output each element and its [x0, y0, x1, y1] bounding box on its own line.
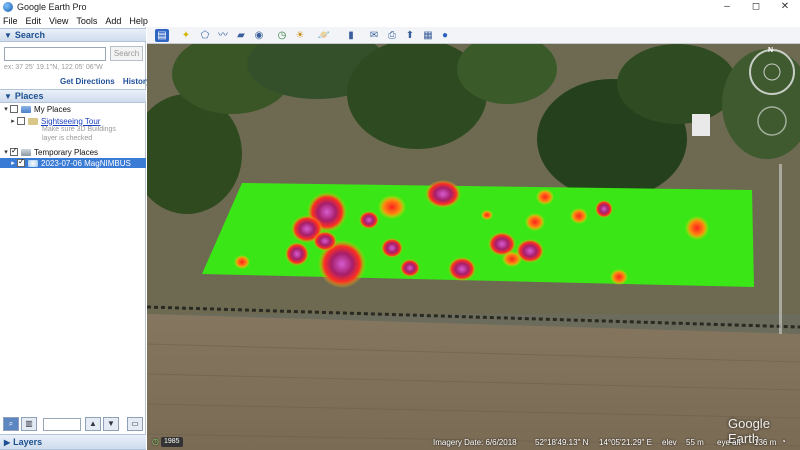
move-up-icon[interactable]: ▲ [85, 417, 101, 431]
tree-row-my-places[interactable]: ▾ My Places [0, 104, 146, 114]
menu-help[interactable]: Help [129, 16, 148, 26]
menu-bar: File Edit View Tools Add Help [0, 14, 800, 27]
elevation-value: 55 m [686, 438, 704, 447]
places-bottom-toolbar: ⌕ ▥ ▲ ▼ ▭ [0, 415, 146, 433]
overlay-checkbox[interactable] [17, 157, 25, 167]
satellite-map[interactable] [147, 44, 800, 450]
year-badge: 1985 [161, 437, 183, 447]
longitude: 14°05'21.29" E [599, 438, 652, 447]
streaming-indicator-icon: ◔ [781, 437, 786, 446]
collapse-triangle-icon[interactable]: ▼ [4, 30, 12, 42]
close-button[interactable]: ✕ [770, 0, 800, 14]
map-view[interactable]: N [147, 44, 800, 450]
collapse-arrow-icon[interactable]: ▾ [2, 105, 10, 113]
layers-header-label: Layers [13, 437, 43, 447]
move-joystick[interactable] [757, 106, 787, 136]
elevation-label: elev [662, 438, 677, 447]
tree-row-sightseeing[interactable]: ▸ Sightseeing Tour [0, 116, 146, 126]
folder-icon [28, 117, 38, 125]
layers-panel-header[interactable]: ▶ Layers [0, 434, 146, 450]
search-links: Get Directions History [60, 77, 156, 86]
maximize-button[interactable]: ◻ [741, 0, 771, 14]
temporary-places-label: Temporary Places [34, 147, 99, 157]
my-places-folder-icon [21, 105, 31, 113]
window-title: Google Earth Pro [17, 2, 87, 12]
google-earth-app-icon [3, 2, 13, 12]
historical-clock-icon[interactable]: ◷ [152, 437, 159, 446]
look-joystick[interactable] [763, 63, 781, 81]
collapse-triangle-icon[interactable]: ▼ [4, 91, 12, 103]
search-places-icon[interactable]: ⌕ [3, 417, 19, 431]
note-line-2: layer is checked [42, 135, 93, 142]
email-icon[interactable]: ✉ [367, 29, 381, 42]
minimize-button[interactable]: – [712, 0, 742, 14]
my-places-checkbox[interactable] [10, 105, 18, 113]
places-header-label: Places [14, 91, 44, 101]
move-down-icon[interactable]: ▼ [103, 417, 119, 431]
compass-north-icon[interactable]: N [768, 47, 773, 54]
menu-file[interactable]: File [3, 16, 18, 26]
note-line-1: Make sure 3D Buildings [42, 126, 116, 133]
earth-icon[interactable]: ● [438, 29, 452, 42]
search-header-label: Search [14, 30, 45, 40]
status-bar: ◷ 1985 Imagery Date: 6/6/2018 52°18'49.1… [147, 436, 800, 450]
temporary-folder-icon [21, 148, 31, 156]
look-ring[interactable] [749, 49, 795, 95]
save-image-icon[interactable]: ⬆ [403, 29, 417, 42]
placemark-icon[interactable]: ✦ [179, 29, 193, 42]
main-toolbar: ▤ ✦ ⬠ 〰 ▰ ◉ ◷ ☀ 🪐 ▮ ✉ ⎙ ⬆ ▦ ● [147, 27, 800, 44]
temporary-places-checkbox[interactable] [10, 146, 18, 156]
menu-add[interactable]: Add [105, 16, 121, 26]
places-filter-field[interactable] [43, 417, 81, 431]
tree-row-overlay[interactable]: ▸ 2023-07-06 MagNIMBUS [0, 157, 146, 168]
expand-triangle-icon[interactable]: ▶ [4, 436, 10, 450]
historical-imagery-icon[interactable]: ◷ [275, 29, 289, 42]
ruler-icon[interactable]: ▮ [344, 29, 358, 42]
collapse-arrow-icon[interactable]: ▾ [2, 148, 10, 156]
search-hint: ex: 37 25' 19.1"N, 122 05' 06"W [4, 64, 103, 71]
tree-row-temporary-places[interactable]: ▾ Temporary Places [0, 146, 146, 157]
my-places-label: My Places [34, 104, 71, 114]
search-button[interactable]: Search [110, 46, 143, 61]
sightseeing-checkbox[interactable] [17, 117, 25, 125]
search-input[interactable] [4, 47, 106, 61]
menu-tools[interactable]: Tools [76, 16, 97, 26]
title-bar: Google Earth Pro – ◻ ✕ [0, 0, 800, 14]
imagery-date: Imagery Date: 6/6/2018 [433, 438, 517, 447]
toggle-panel-icon[interactable]: ▥ [21, 417, 37, 431]
planets-icon[interactable]: 🪐 [317, 29, 331, 42]
shed-roof [692, 114, 710, 136]
zoom-slider[interactable] [779, 164, 782, 334]
image-overlay-icon [28, 159, 38, 167]
latitude: 52°18'49.13" N [535, 438, 589, 447]
new-folder-icon[interactable]: ▭ [127, 417, 143, 431]
polygon-icon[interactable]: ⬠ [198, 29, 212, 42]
sightseeing-tour-link[interactable]: Sightseeing Tour [41, 117, 100, 126]
menu-edit[interactable]: Edit [26, 16, 42, 26]
print-icon[interactable]: ⎙ [385, 29, 399, 42]
search-panel-header[interactable]: ▼ Search [0, 28, 146, 42]
sidebar-icon[interactable]: ▤ [155, 29, 169, 42]
eye-alt-value: 136 m [754, 438, 777, 447]
magnetometer-overlay [202, 180, 754, 288]
navigation-controls[interactable] [745, 44, 800, 154]
eye-alt-label: eye alt [717, 438, 741, 447]
tour-icon[interactable]: ◉ [252, 29, 266, 42]
sunlight-icon[interactable]: ☀ [293, 29, 307, 42]
get-directions-link[interactable]: Get Directions [60, 77, 115, 86]
path-icon[interactable]: 〰 [216, 29, 230, 42]
expand-arrow-icon[interactable]: ▸ [9, 117, 17, 125]
places-panel-header[interactable]: ▼ Places [0, 89, 146, 103]
overlay-label: 2023-07-06 MagNIMBUS [41, 158, 131, 168]
expand-arrow-icon[interactable]: ▸ [9, 159, 17, 167]
menu-view[interactable]: View [49, 16, 68, 26]
image-overlay-icon[interactable]: ▰ [234, 29, 248, 42]
view-in-maps-icon[interactable]: ▦ [421, 29, 435, 42]
